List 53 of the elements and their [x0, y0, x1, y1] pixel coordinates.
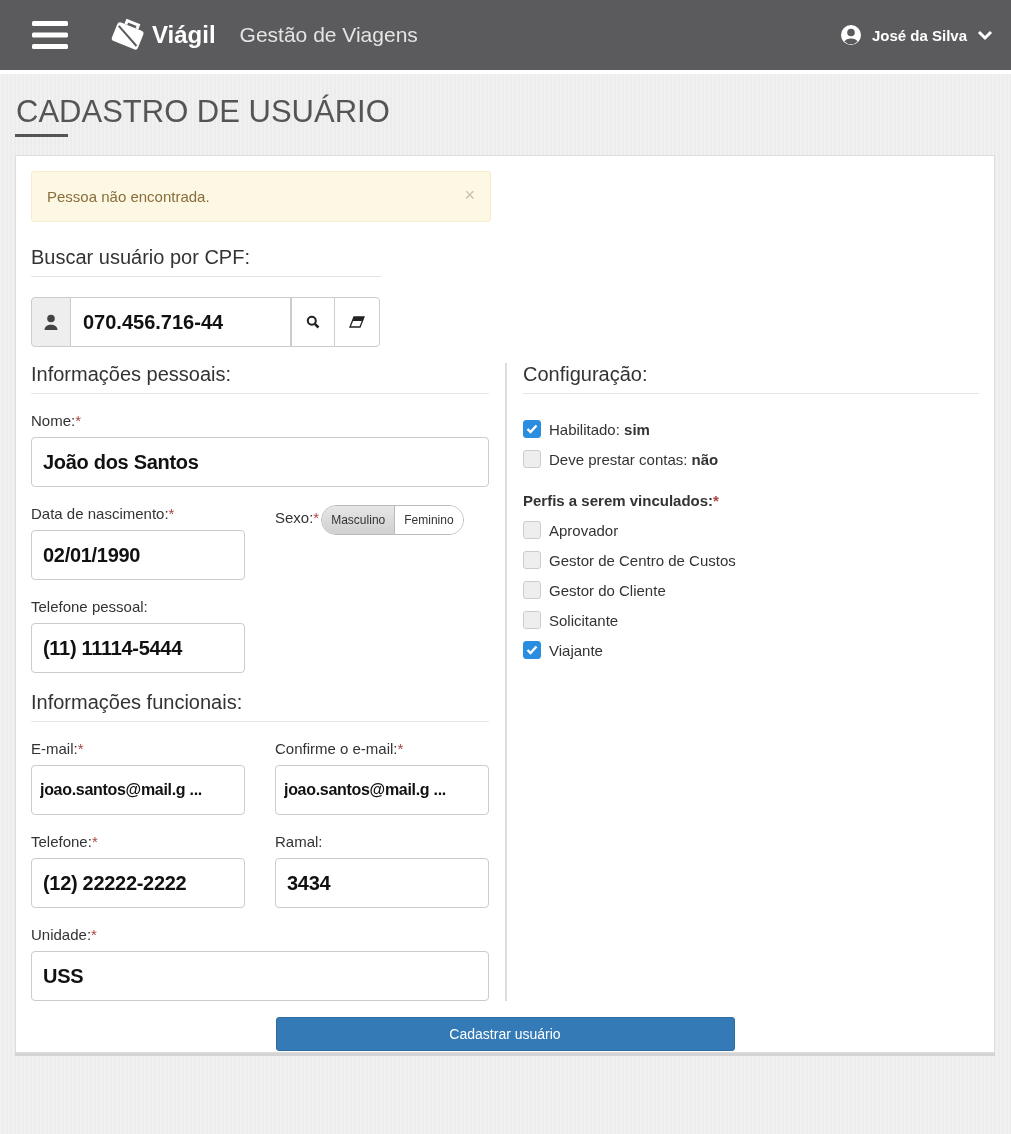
checkbox[interactable]: [523, 581, 541, 599]
section-heading: Informações pessoais:: [31, 363, 489, 394]
checkbox[interactable]: [523, 420, 541, 438]
date-field[interactable]: 02/01/1990: [31, 530, 245, 580]
text-field[interactable]: 3434: [275, 858, 489, 908]
gender-toggle[interactable]: Masculino: [322, 506, 395, 534]
checkbox-label: Gestor de Centro de Custos: [549, 551, 736, 569]
field-label: E-mail:*: [31, 740, 85, 757]
text-field[interactable]: joao.santos@mail.g ...: [275, 765, 489, 815]
field-label: Sexo:*: [275, 509, 320, 526]
phone-field[interactable]: (11) 11114-5444: [31, 623, 245, 673]
checkbox[interactable]: [523, 611, 541, 629]
submit-button[interactable]: Cadastrar usuário: [275, 1017, 735, 1051]
page-title: CADASTRO DE USUÁRIO: [15, 93, 391, 130]
field-label: Nome:*: [31, 412, 83, 429]
text-field[interactable]: joao.santos@mail.g ...: [31, 765, 245, 815]
chevron-down-icon[interactable]: [977, 29, 993, 41]
user-avatar-icon: [839, 24, 862, 46]
user-name[interactable]: José da Silva: [871, 26, 967, 44]
checkbox-label: Gestor do Cliente: [549, 581, 666, 599]
field-label: Telefone pessoal:: [31, 598, 149, 615]
text-field[interactable]: USS: [31, 951, 489, 1001]
section-heading: Informações funcionais:: [31, 691, 489, 722]
alert-message: Pessoa não encontrada.: [47, 188, 210, 205]
section-heading: Buscar usuário por CPF:: [31, 246, 381, 277]
cpf-field[interactable]: 070.456.716-44: [71, 297, 291, 347]
checkbox[interactable]: [523, 521, 541, 539]
field-label: Telefone:*: [31, 833, 99, 850]
search-button[interactable]: [291, 297, 335, 347]
gender-toggle[interactable]: Feminino: [394, 506, 463, 534]
checkbox[interactable]: [523, 641, 541, 659]
checkbox[interactable]: [523, 450, 541, 468]
checkbox[interactable]: [523, 551, 541, 569]
field-label: Unidade:*: [31, 926, 98, 943]
section-heading: Configuração:: [523, 363, 979, 394]
checkbox-label: Habilitado: sim: [549, 420, 650, 438]
user-icon: [31, 297, 71, 347]
eraser-button[interactable]: [334, 297, 380, 347]
checkbox-label: Aprovador: [549, 521, 619, 539]
field-label: Confirme o e-mail:*: [275, 740, 405, 757]
field-label: Data de nascimento:*: [31, 505, 176, 522]
field-label: Ramal:: [275, 833, 324, 850]
profiles-label: Perfis a serem vinculados:*: [523, 492, 720, 509]
app-subtitle: Gestão de Viagens: [239, 23, 418, 47]
checkbox-label: Solicitante: [549, 611, 619, 629]
name-field[interactable]: João dos Santos: [31, 437, 489, 487]
text-field[interactable]: (12) 22222-2222: [31, 858, 245, 908]
checkbox-label: Deve prestar contas: não: [549, 450, 719, 468]
menu-icon[interactable]: [32, 21, 68, 49]
checkbox-label: Viajante: [549, 641, 603, 659]
brand-name: Viágil: [152, 21, 216, 49]
eraser-icon[interactable]: [349, 316, 365, 328]
search-icon[interactable]: [306, 315, 320, 329]
